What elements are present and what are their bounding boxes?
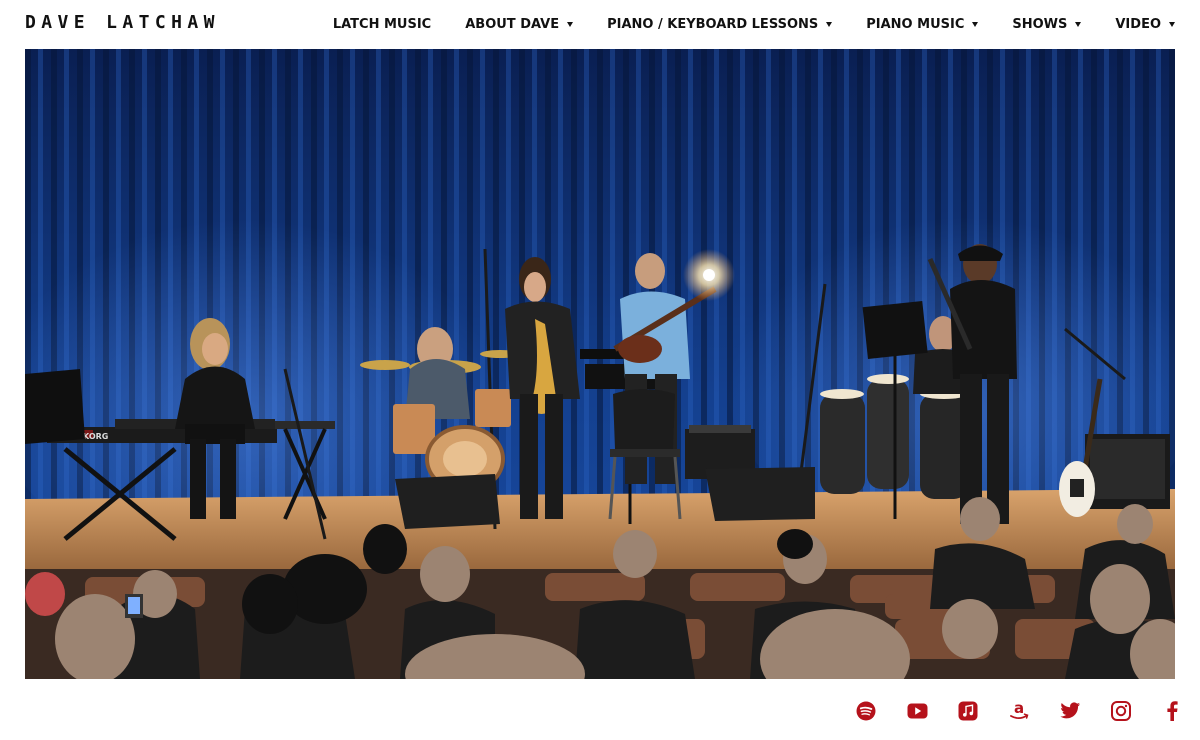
main-nav: LATCH MUSIC ABOUT DAVE PIANO / KEYBOARD …: [333, 14, 1175, 34]
caret-down-icon: [1169, 21, 1175, 27]
caret-down-icon: [567, 21, 574, 27]
nav-item-label: PIANO MUSIC: [866, 16, 965, 32]
caret-down-icon: [972, 21, 979, 27]
social-links: a: [855, 700, 1183, 722]
nav-item-latch-music[interactable]: LATCH MUSIC: [333, 17, 431, 32]
site-header: DAVE LATCHAW LATCH MUSIC ABOUT DAVE PIAN…: [0, 0, 1200, 48]
site-title[interactable]: DAVE LATCHAW: [25, 12, 220, 33]
nav-item-label: ABOUT DAVE: [465, 16, 560, 32]
nav-item-piano-keyboard-lessons[interactable]: PIANO / KEYBOARD LESSONS: [607, 16, 833, 32]
svg-text:a: a: [1014, 700, 1024, 717]
spotify-icon[interactable]: [855, 700, 877, 722]
nav-item-video[interactable]: VIDEO: [1115, 17, 1175, 32]
youtube-icon[interactable]: [906, 700, 928, 722]
nav-item-piano-music[interactable]: PIANO MUSIC: [866, 16, 979, 32]
facebook-icon[interactable]: [1161, 700, 1183, 722]
nav-item-shows[interactable]: SHOWS: [1012, 16, 1082, 32]
nav-item-label: VIDEO: [1115, 16, 1161, 32]
caret-down-icon: [1075, 21, 1082, 27]
apple-music-icon[interactable]: [957, 700, 979, 722]
nav-item-about-dave[interactable]: ABOUT DAVE: [465, 16, 574, 32]
amazon-icon[interactable]: a: [1008, 700, 1030, 722]
band-on-stage-photo: KORG: [25, 49, 1175, 679]
instagram-icon[interactable]: [1110, 700, 1132, 722]
nav-item-label: SHOWS: [1012, 16, 1068, 32]
caret-down-icon: [826, 21, 833, 27]
hero-image: KORG: [25, 49, 1175, 679]
svg-text:KORG: KORG: [83, 432, 108, 441]
nav-item-label: LATCH MUSIC: [332, 16, 432, 32]
twitter-icon[interactable]: [1059, 700, 1081, 722]
nav-item-label: PIANO / KEYBOARD LESSONS: [607, 16, 819, 32]
